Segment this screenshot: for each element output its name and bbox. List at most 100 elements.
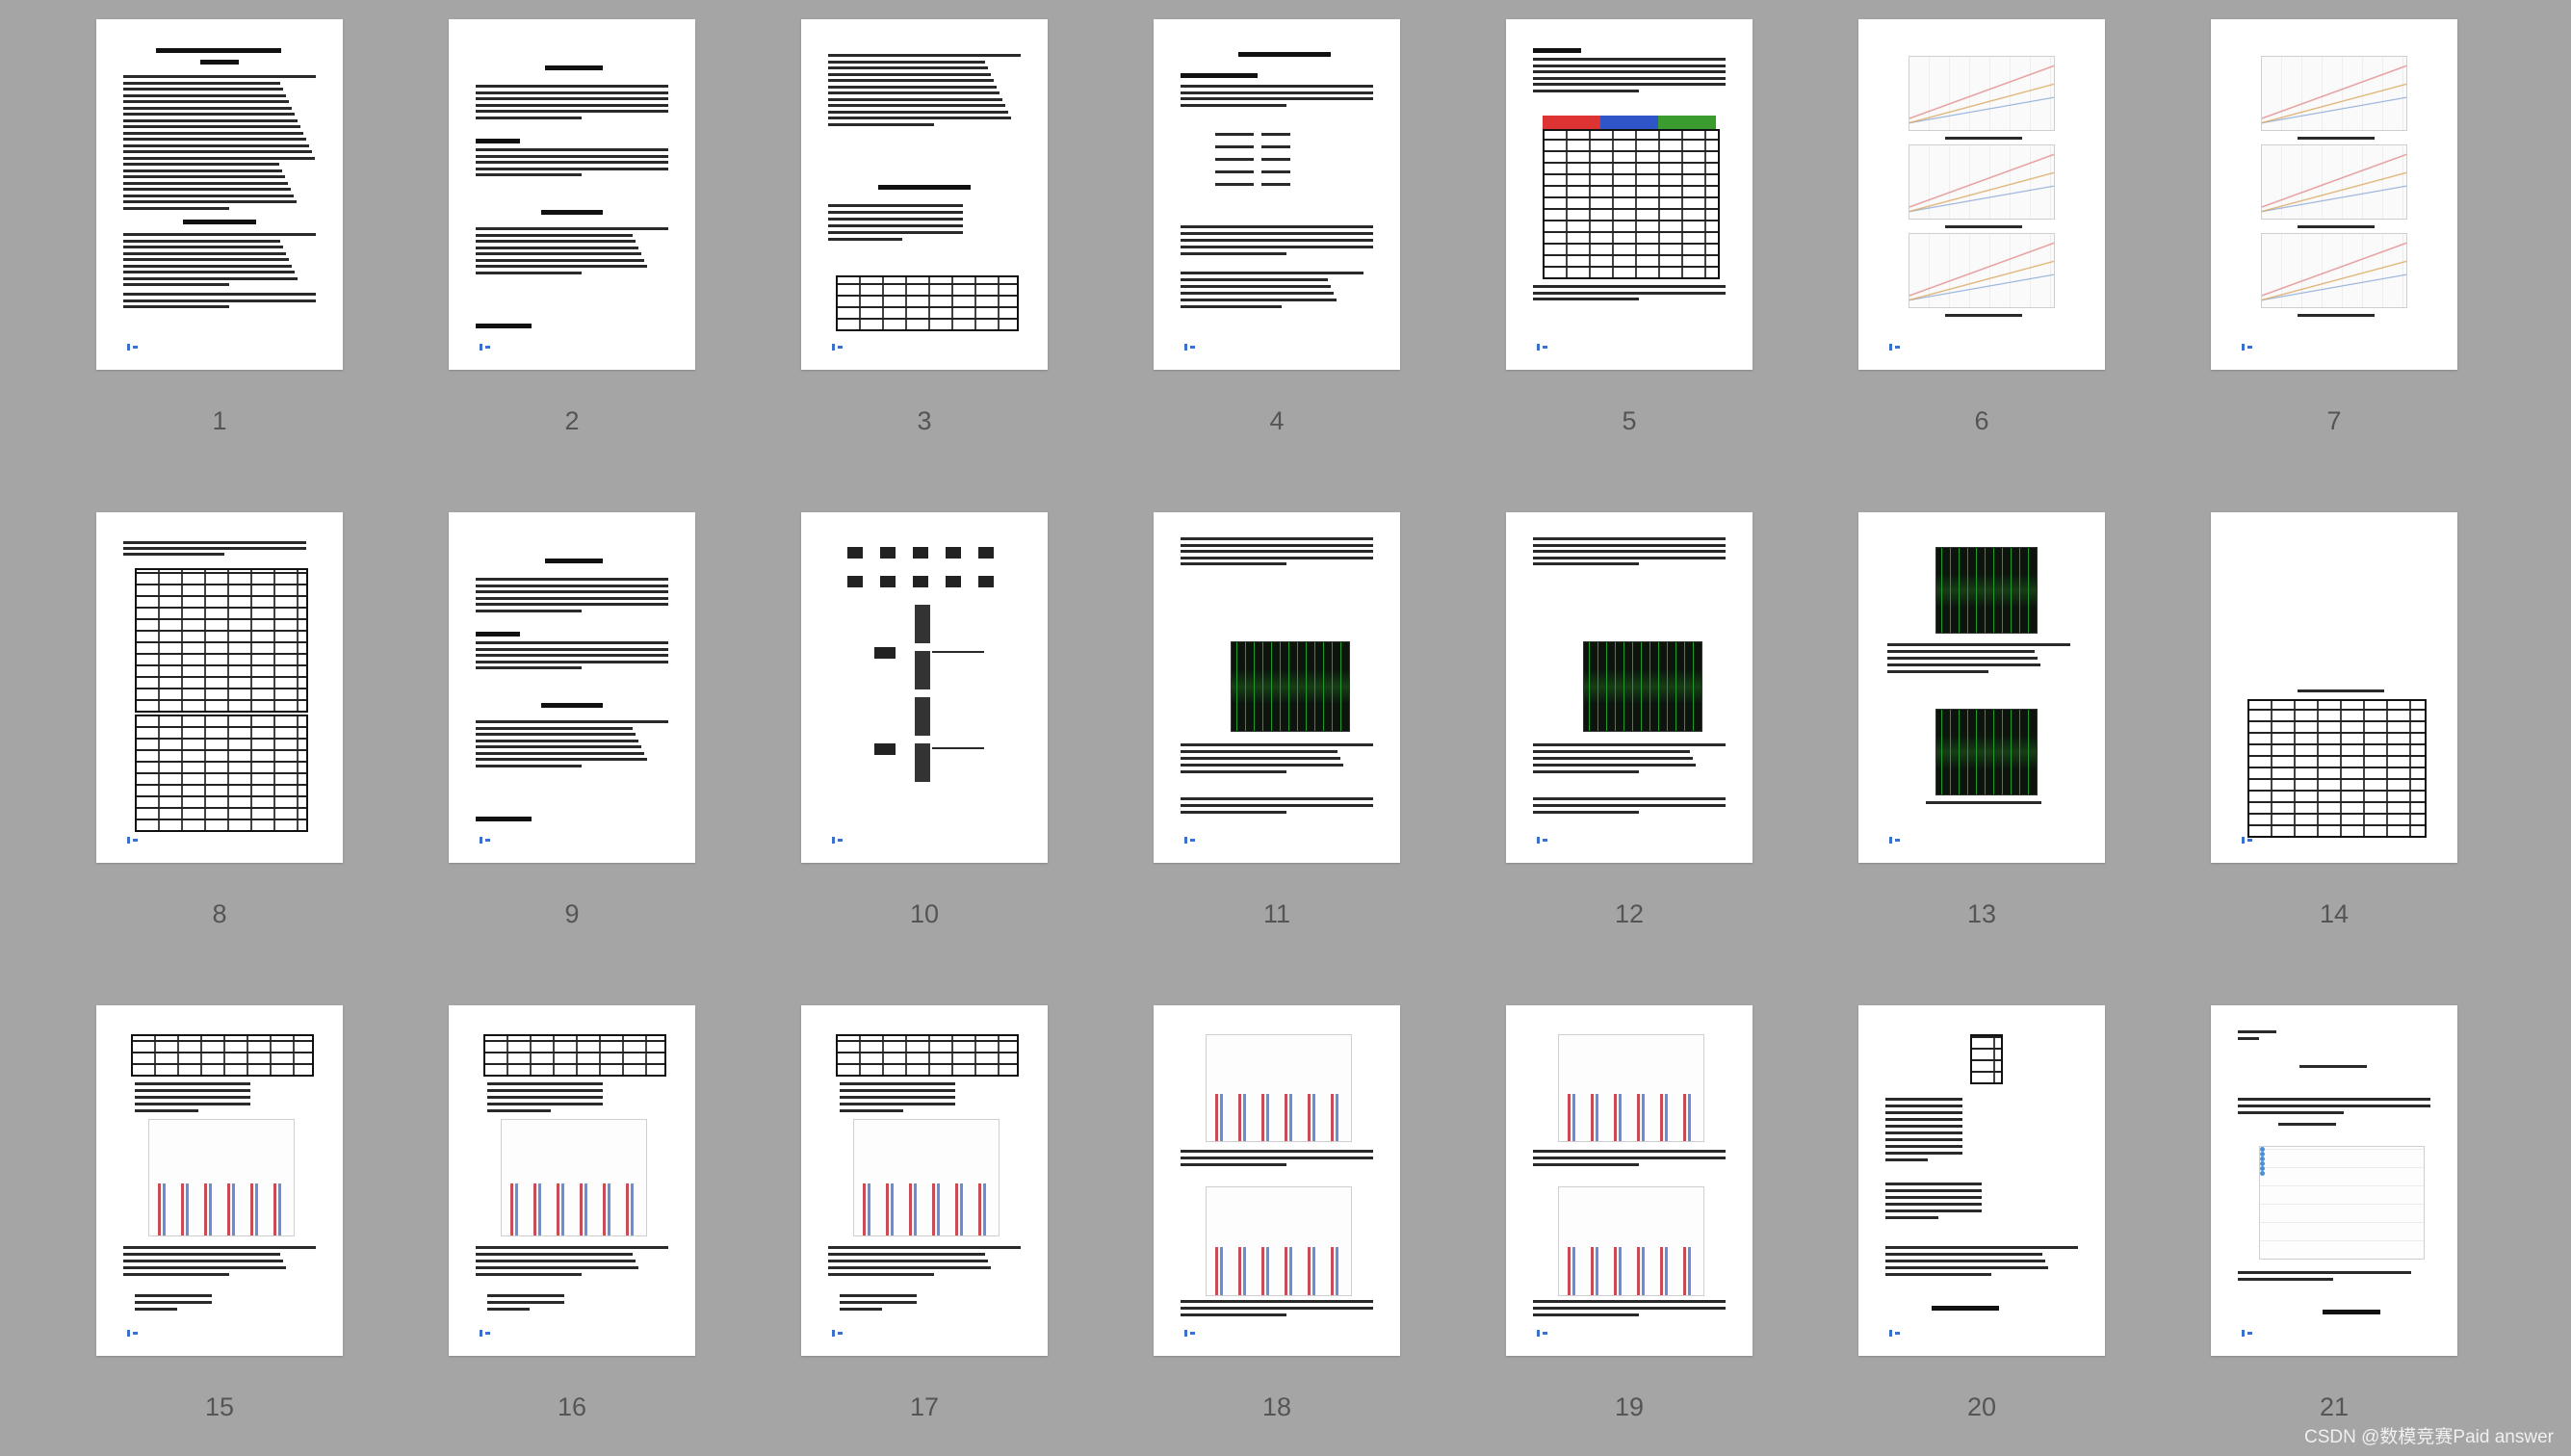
page-thumbnail[interactable]: 1: [96, 19, 343, 435]
page-preview[interactable]: [449, 1005, 695, 1356]
page-thumbnail[interactable]: 2: [449, 19, 695, 435]
line-chart-figure: [2261, 56, 2407, 131]
page-thumbnail[interactable]: 9: [449, 512, 695, 928]
text-line: [476, 666, 582, 669]
page-link-marker: [832, 344, 843, 351]
text-line: [123, 553, 224, 556]
text-line: [476, 758, 647, 761]
page-thumbnail[interactable]: 11: [1154, 512, 1400, 928]
text-line: [476, 97, 668, 100]
text-line: [1181, 239, 1373, 242]
data-table: [1543, 129, 1720, 279]
caption-line: [1926, 801, 2041, 804]
page-preview[interactable]: [801, 512, 1048, 863]
page-preview[interactable]: [801, 19, 1048, 370]
page-preview[interactable]: [1858, 19, 2105, 370]
page-thumbnail[interactable]: 15: [96, 1005, 343, 1421]
text-line: [476, 1260, 636, 1262]
text-line: [1885, 1196, 1982, 1199]
page-preview[interactable]: [801, 1005, 1048, 1356]
text-line: [2238, 1271, 2411, 1274]
page-thumbnail[interactable]: 20: [1858, 1005, 2105, 1421]
page-thumbnail[interactable]: 19: [1506, 1005, 1753, 1421]
page-preview[interactable]: [1506, 1005, 1753, 1356]
line-chart-figure: [2261, 144, 2407, 220]
page-number-label: 13: [1966, 899, 1997, 928]
page-thumbnail[interactable]: 14: [2211, 512, 2457, 928]
heading-line: [476, 139, 520, 143]
page-preview[interactable]: [449, 19, 695, 370]
diagram-node: [847, 576, 863, 587]
text-line: [476, 764, 582, 767]
text-line: [1181, 85, 1373, 88]
text-line: [828, 60, 985, 64]
page-thumbnail[interactable]: 10: [801, 512, 1048, 928]
text-line: [476, 654, 668, 657]
text-line: [1885, 1216, 1938, 1219]
page-thumbnail[interactable]: 8: [96, 512, 343, 928]
page-preview[interactable]: [449, 512, 695, 863]
text-line: [123, 113, 295, 116]
page-thumbnail[interactable]: 7: [2211, 19, 2457, 435]
page-thumbnail[interactable]: 4: [1154, 19, 1400, 435]
page-preview[interactable]: [1154, 1005, 1400, 1356]
page-thumbnail[interactable]: 3: [801, 19, 1048, 435]
text-line: [2238, 1278, 2333, 1281]
page-preview[interactable]: [1154, 19, 1400, 370]
diagram-node: [874, 647, 896, 659]
page-thumbnail[interactable]: 18: [1154, 1005, 1400, 1421]
page-thumbnail[interactable]: 21: [2211, 1005, 2457, 1421]
page-number-label: 12: [1614, 899, 1645, 928]
page-link-marker: [127, 344, 138, 351]
text-line: [828, 66, 988, 69]
text-line: [1533, 1163, 1639, 1166]
data-table: [135, 715, 308, 832]
text-line: [1887, 650, 2035, 653]
data-table: [836, 275, 1019, 331]
text-line: [1181, 811, 1286, 814]
text-line: [123, 233, 316, 236]
text-line: [1181, 278, 1328, 281]
page-thumbnail[interactable]: 5: [1506, 19, 1753, 435]
page-link-marker: [127, 837, 138, 844]
text-line: [1181, 562, 1286, 565]
page-preview[interactable]: [96, 1005, 343, 1356]
text-line: [123, 283, 229, 286]
page-thumbnail[interactable]: 16: [449, 1005, 695, 1421]
text-line: [1885, 1105, 1962, 1107]
text-line: [135, 1082, 250, 1085]
formula-line: [1215, 145, 1254, 148]
page-preview[interactable]: [1506, 19, 1753, 370]
page-preview[interactable]: [1858, 512, 2105, 863]
page-preview[interactable]: [96, 512, 343, 863]
bar-chart-figure: [1206, 1186, 1352, 1296]
page-thumbnail[interactable]: 6: [1858, 19, 2105, 435]
page-preview[interactable]: [2211, 1005, 2457, 1356]
line-chart-figure: [1909, 144, 2055, 220]
text-line: [1533, 804, 1726, 807]
text-line: [1181, 743, 1373, 746]
data-table: [2247, 699, 2427, 838]
text-line: [828, 1253, 985, 1256]
text-line: [123, 156, 315, 160]
page-number-label: 21: [2319, 1392, 2350, 1421]
page-preview[interactable]: [2211, 19, 2457, 370]
text-line: [1181, 272, 1363, 274]
formula-line: [1215, 170, 1254, 173]
page-preview[interactable]: [96, 19, 343, 370]
diagram-node: [847, 547, 863, 559]
text-line: [1181, 1163, 1286, 1166]
page-thumbnail[interactable]: 13: [1858, 512, 2105, 928]
text-line: [1533, 543, 1726, 547]
text-line: [828, 97, 1002, 101]
page-preview[interactable]: [1506, 512, 1753, 863]
page-thumbnail[interactable]: 17: [801, 1005, 1048, 1421]
page-preview[interactable]: [1154, 512, 1400, 863]
text-line: [1181, 299, 1337, 301]
text-line: [123, 251, 286, 255]
text-line: [1885, 1152, 1962, 1155]
text-line: [1181, 97, 1373, 100]
page-preview[interactable]: [1858, 1005, 2105, 1356]
page-thumbnail[interactable]: 12: [1506, 512, 1753, 928]
page-preview[interactable]: [2211, 512, 2457, 863]
